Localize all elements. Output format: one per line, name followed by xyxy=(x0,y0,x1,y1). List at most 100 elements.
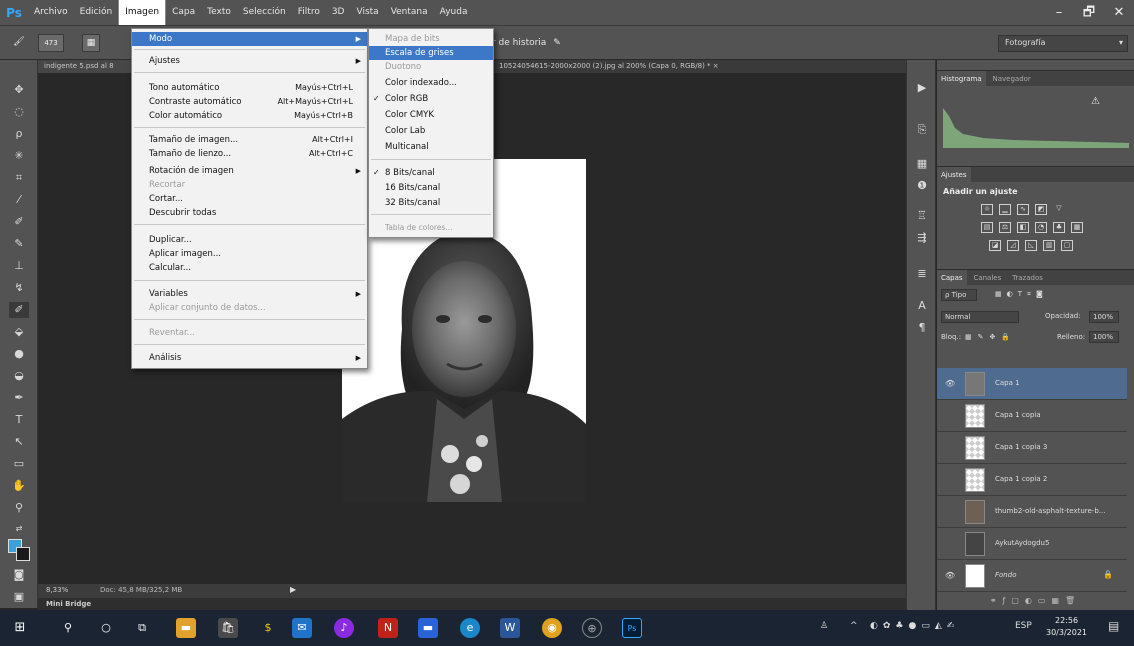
clock[interactable]: 22:56 30/3/2021 xyxy=(1046,615,1087,639)
gradient-map-icon[interactable]: ▥ xyxy=(1043,240,1055,251)
submenu-item-16bits[interactable]: 16 Bits/canal xyxy=(369,181,493,195)
exposure-icon[interactable]: ◩ xyxy=(1035,204,1047,215)
layer-row[interactable]: AykutAydogdu5 xyxy=(937,528,1127,560)
netflix-icon[interactable]: N xyxy=(378,618,398,638)
submenu-item-color-cmyk[interactable]: Color CMYK xyxy=(369,108,493,122)
menu-item-tono-automatico[interactable]: Tono automático Mayús+Ctrl+L xyxy=(132,81,367,95)
windows-start-icon[interactable]: ⊞ xyxy=(10,618,30,638)
store-icon[interactable]: 🛍 xyxy=(218,618,238,638)
submenu-item-32bits[interactable]: 32 Bits/canal xyxy=(369,196,493,210)
tab-navegador[interactable]: Navegador xyxy=(988,71,1034,87)
zoom-level[interactable]: 8,33% xyxy=(46,586,68,594)
app-icon[interactable]: $ xyxy=(258,618,278,638)
blur-tool-icon[interactable]: ● xyxy=(9,346,29,362)
menu-item-descubrir-todas[interactable]: Descubrir todas xyxy=(132,206,367,220)
menu-item-variables[interactable]: Variables ▶ xyxy=(132,287,367,301)
menu-edicion[interactable]: Edición xyxy=(74,0,119,25)
tray-icons[interactable]: ◐✿♣●▭◭✍ xyxy=(870,621,959,631)
path-selection-icon[interactable]: ↖ xyxy=(9,434,29,450)
menu-archivo[interactable]: Archivo xyxy=(28,0,74,25)
submenu-item-color-lab[interactable]: Color Lab xyxy=(369,124,493,138)
color-balance-icon[interactable]: ⚖ xyxy=(999,222,1011,233)
hue-saturation-icon[interactable]: ▤ xyxy=(981,222,993,233)
selective-color-icon[interactable]: ▢ xyxy=(1061,240,1073,251)
menu-item-calcular[interactable]: Calcular... xyxy=(132,261,367,275)
people-icon[interactable]: ♙ xyxy=(820,621,828,631)
layer-row[interactable]: Capa 1 copia 3 xyxy=(937,432,1127,464)
tab-active-document[interactable]: 10524054615-2000x2000 (2).jpg al 200% (C… xyxy=(493,60,725,73)
file-explorer-icon[interactable]: ▬ xyxy=(176,618,196,638)
levels-icon[interactable]: ▁ xyxy=(999,204,1011,215)
menu-item-cortar[interactable]: Cortar... xyxy=(132,192,367,206)
app-circle-icon[interactable]: ⊕ xyxy=(582,618,602,638)
menu-3d[interactable]: 3D xyxy=(326,0,351,25)
fill-input[interactable]: 100% xyxy=(1089,331,1119,343)
eye-icon[interactable]: 👁 xyxy=(945,379,955,389)
channel-mixer-icon[interactable]: ♣ xyxy=(1053,222,1065,233)
crop-tool-icon[interactable]: ⌗ xyxy=(9,170,29,186)
edge-icon[interactable]: e xyxy=(460,618,480,638)
swap-colors-icon[interactable]: ⇄ xyxy=(9,521,29,537)
cortana-icon[interactable]: ○ xyxy=(96,618,116,638)
paragraph-panel-icon[interactable]: ¶ xyxy=(914,320,930,336)
menu-capa[interactable]: Capa xyxy=(166,0,201,25)
menu-item-tamano-lienzo[interactable]: Tamaño de lienzo... Alt+Ctrl+C xyxy=(132,147,367,161)
close-button[interactable]: ✕ xyxy=(1104,0,1134,25)
menu-item-rotacion[interactable]: Rotación de imagen ▶ xyxy=(132,164,367,178)
menu-ventana[interactable]: Ventana xyxy=(385,0,434,25)
stamp-tool-icon[interactable]: ⊥ xyxy=(9,258,29,274)
status-menu-arrow-icon[interactable]: ▶ xyxy=(290,585,296,594)
brush-panel-icon[interactable]: ▦ xyxy=(82,34,100,52)
layer-comps-icon[interactable]: ≣ xyxy=(914,266,930,282)
menu-vista[interactable]: Vista xyxy=(350,0,384,25)
submenu-item-8bits[interactable]: ✓ 8 Bits/canal xyxy=(369,166,493,180)
menu-ayuda[interactable]: Ayuda xyxy=(434,0,474,25)
submenu-item-color-rgb[interactable]: ✓ Color RGB xyxy=(369,92,493,106)
zoom-tool-icon[interactable]: ⚲ xyxy=(9,500,29,516)
tab-histograma[interactable]: Histograma xyxy=(937,71,986,87)
layers-footer-icons[interactable]: ⚭ƒ▢◐▭▦🗑 xyxy=(937,596,1134,610)
curves-icon[interactable]: ∿ xyxy=(1017,204,1029,215)
notifications-icon[interactable]: ▤ xyxy=(1108,619,1119,633)
play-actions-icon[interactable]: ▶ xyxy=(914,80,930,96)
photoshop-taskbar-icon[interactable]: Ps xyxy=(622,618,642,638)
submenu-item-color-indexado[interactable]: Color indexado... xyxy=(369,76,493,90)
quick-mask-icon[interactable]: ◙ xyxy=(9,567,29,583)
lock-icons[interactable]: ▦✎✥🔒 xyxy=(965,333,1016,347)
chevron-up-icon[interactable]: ^ xyxy=(850,621,858,631)
vibrance-icon[interactable]: ▽ xyxy=(1053,204,1065,215)
mini-bridge-tab[interactable]: Mini Bridge xyxy=(38,598,908,610)
restore-button[interactable]: 🗗 xyxy=(1074,0,1104,25)
chat-icon[interactable]: ▬ xyxy=(418,618,438,638)
layer-filter-select[interactable]: ρ Tipo xyxy=(941,289,977,301)
menu-item-modo[interactable]: Modo ▶ xyxy=(132,32,367,46)
menu-item-ajustes[interactable]: Ajustes ▶ xyxy=(132,54,367,68)
dodge-tool-icon[interactable]: ◒ xyxy=(9,368,29,384)
layer-filter-icons[interactable]: ▦◐T⌗◙ xyxy=(995,290,1048,304)
menu-item-tamano-imagen[interactable]: Tamaño de imagen... Alt+Ctrl+I xyxy=(132,133,367,147)
menu-item-duplicar[interactable]: Duplicar... xyxy=(132,233,367,247)
opacity-input[interactable]: 100% xyxy=(1089,311,1119,323)
screen-mode-icon[interactable]: ▣ xyxy=(9,589,29,605)
hand-tool-icon[interactable]: ✋ xyxy=(9,478,29,494)
menu-item-analisis[interactable]: Análisis ▶ xyxy=(132,351,367,365)
magic-wand-icon[interactable]: ✳ xyxy=(9,148,29,164)
move-tool-icon[interactable]: ✥ xyxy=(9,82,29,98)
tab-ajustes[interactable]: Ajustes xyxy=(937,167,971,183)
rectangle-tool-icon[interactable]: ▭ xyxy=(9,456,29,472)
layer-row[interactable]: Capa 1 copia xyxy=(937,400,1127,432)
properties-icon[interactable]: ⇶ xyxy=(914,230,930,246)
type-tool-icon[interactable]: T xyxy=(9,412,29,428)
photo-filter-icon[interactable]: ◔ xyxy=(1035,222,1047,233)
paint-bucket-icon[interactable]: ⬙ xyxy=(9,324,29,340)
posterize-icon[interactable]: ◿ xyxy=(1007,240,1019,251)
menu-filtro[interactable]: Filtro xyxy=(292,0,326,25)
brush-size-picker[interactable]: 473 xyxy=(38,34,64,52)
menu-item-contraste-automatico[interactable]: Contraste automático Alt+Mayús+Ctrl+L xyxy=(132,95,367,109)
menu-texto[interactable]: Texto xyxy=(201,0,237,25)
color-lookup-icon[interactable]: ▦ xyxy=(1071,222,1083,233)
healing-brush-icon[interactable]: ✐ xyxy=(9,214,29,230)
background-color-swatch[interactable] xyxy=(16,547,30,561)
workspace-select[interactable]: Fotografía ▾ xyxy=(998,35,1128,52)
invert-icon[interactable]: ◪ xyxy=(989,240,1001,251)
